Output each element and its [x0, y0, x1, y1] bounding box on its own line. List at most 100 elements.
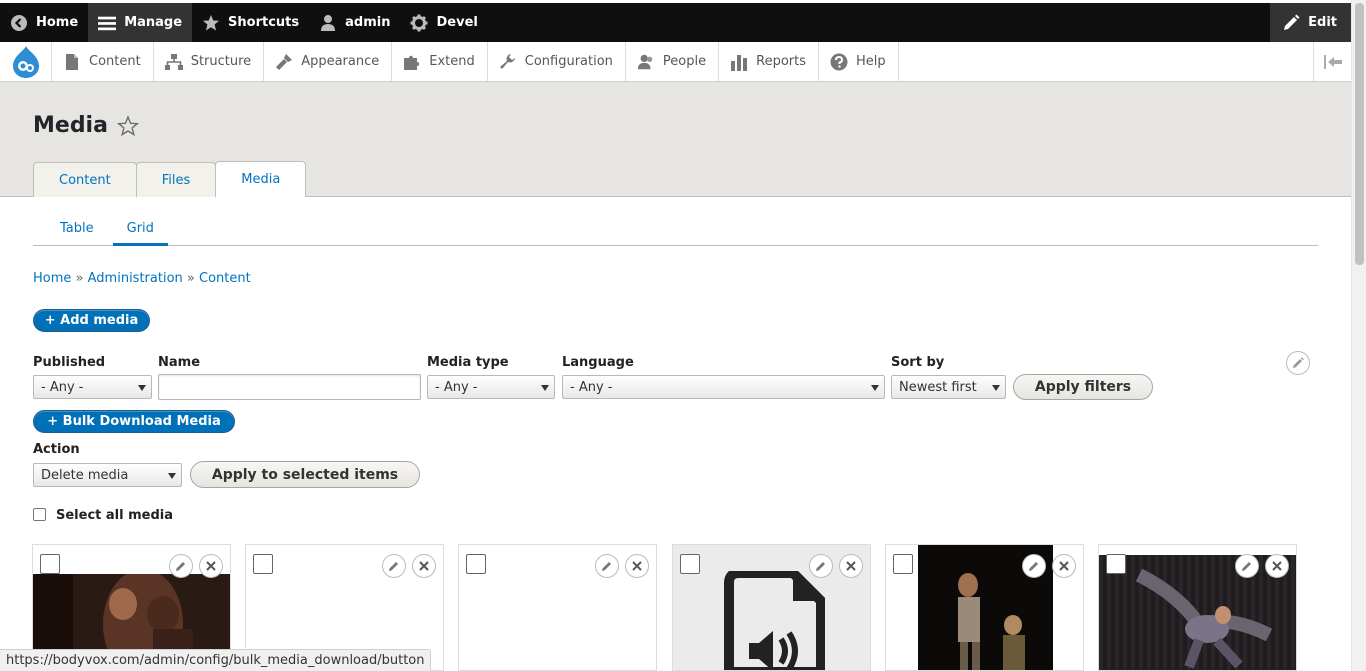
page-title-text: Media	[33, 113, 108, 138]
tray-people[interactable]: People	[626, 42, 720, 81]
tray-appearance-label: Appearance	[301, 54, 380, 69]
tray-extend[interactable]: Extend	[392, 42, 488, 81]
tray-reports[interactable]: Reports	[719, 42, 819, 81]
page-header: Media Content Files Media	[0, 82, 1351, 197]
bulk-download-button[interactable]: + Bulk Download Media	[33, 410, 235, 433]
media-select-checkbox[interactable]	[680, 554, 700, 574]
help-icon	[830, 53, 848, 71]
name-label: Name	[158, 355, 201, 370]
tray-help-label: Help	[856, 54, 886, 69]
remove-close-icon[interactable]	[625, 554, 649, 578]
gear-icon	[410, 14, 428, 32]
toolbar-shortcuts[interactable]: Shortcuts	[192, 3, 309, 42]
edit-pencil-icon[interactable]	[595, 554, 619, 578]
toolbar-home[interactable]: Home	[0, 3, 88, 42]
drupal-logo-icon[interactable]	[0, 42, 52, 81]
tray-people-label: People	[662, 54, 707, 69]
chevron-down-icon	[541, 385, 549, 391]
vertical-scrollbar[interactable]	[1351, 0, 1366, 671]
tray-structure[interactable]: Structure	[154, 42, 265, 81]
remove-close-icon[interactable]	[199, 554, 223, 578]
document-icon	[63, 53, 81, 71]
remove-close-icon[interactable]	[839, 554, 863, 578]
sitemap-icon	[164, 53, 183, 71]
toolbar-user-label: admin	[345, 15, 391, 30]
tab-table[interactable]: Table	[33, 213, 110, 246]
edit-pencil-icon[interactable]	[382, 554, 406, 578]
people-icon	[637, 53, 655, 71]
toolbar-manage[interactable]: Manage	[88, 3, 193, 42]
name-input[interactable]	[158, 374, 421, 400]
tab-media[interactable]: Media	[215, 161, 307, 197]
toolbar-shortcuts-label: Shortcuts	[228, 15, 300, 30]
chevron-down-icon	[871, 385, 879, 391]
admin-toolbar: Home Manage Shortcuts admin Devel Edit	[0, 3, 1351, 42]
sort-by-select[interactable]: Newest first	[891, 375, 1006, 399]
toolbar-devel[interactable]: Devel	[400, 3, 487, 42]
back-arrow-icon	[10, 14, 28, 32]
remove-close-icon[interactable]	[1265, 554, 1289, 578]
edit-pencil-icon[interactable]	[1022, 554, 1046, 578]
tray-configuration[interactable]: Configuration	[488, 42, 626, 81]
paintbrush-icon	[275, 53, 293, 71]
media-select-checkbox[interactable]	[1106, 554, 1126, 574]
language-select-value: - Any -	[570, 379, 613, 395]
tray-reports-label: Reports	[756, 54, 806, 69]
media-select-checkbox[interactable]	[893, 554, 913, 574]
action-label: Action	[33, 442, 80, 457]
collapse-tray-icon[interactable]	[1313, 42, 1351, 81]
pencil-icon	[1282, 14, 1300, 32]
media-type-select[interactable]: - Any -	[427, 375, 555, 399]
puzzle-icon	[403, 53, 421, 71]
shortcut-star-icon[interactable]	[116, 114, 139, 137]
media-select-checkbox[interactable]	[40, 554, 60, 574]
scrollbar-thumb[interactable]	[1355, 3, 1364, 265]
apply-to-selected-button[interactable]: Apply to selected items	[190, 461, 420, 488]
toolbar-user[interactable]: admin	[309, 3, 400, 42]
language-select[interactable]: - Any -	[562, 375, 885, 399]
media-select-checkbox[interactable]	[253, 554, 273, 574]
language-label: Language	[562, 355, 634, 370]
audio-file-icon	[724, 571, 825, 670]
media-select-checkbox[interactable]	[466, 554, 486, 574]
remove-close-icon[interactable]	[1052, 554, 1076, 578]
chevron-down-icon	[992, 385, 1000, 391]
media-type-select-value: - Any -	[435, 379, 478, 395]
media-type-label: Media type	[427, 355, 509, 370]
edit-view-pencil-icon[interactable]	[1286, 351, 1310, 375]
toolbar-home-label: Home	[36, 15, 79, 30]
toolbar-edit[interactable]: Edit	[1270, 3, 1351, 42]
media-card[interactable]	[885, 544, 1084, 671]
action-select[interactable]: Delete media	[33, 463, 182, 487]
add-media-button[interactable]: + Add media	[33, 309, 150, 332]
select-all-checkbox[interactable]	[33, 508, 46, 521]
breadcrumb-home[interactable]: Home	[33, 271, 71, 286]
published-select[interactable]: - Any -	[33, 375, 152, 399]
wrench-icon	[499, 53, 517, 71]
tray-content[interactable]: Content	[52, 42, 154, 81]
toolbar-devel-label: Devel	[436, 15, 478, 30]
tray-structure-label: Structure	[190, 54, 252, 69]
breadcrumb: Home » Administration » Content	[33, 271, 251, 286]
tray-content-label: Content	[89, 54, 141, 69]
breadcrumb-administration[interactable]: Administration	[88, 271, 183, 286]
breadcrumb-content[interactable]: Content	[199, 271, 251, 286]
edit-pencil-icon[interactable]	[809, 554, 833, 578]
breadcrumb-separator: »	[186, 271, 195, 286]
chevron-down-icon	[168, 473, 176, 479]
tab-grid[interactable]: Grid	[112, 213, 168, 246]
tab-content[interactable]: Content	[33, 162, 137, 197]
edit-pencil-icon[interactable]	[169, 554, 193, 578]
published-select-value: - Any -	[41, 379, 84, 395]
tray-configuration-label: Configuration	[524, 54, 613, 69]
tab-files[interactable]: Files	[135, 162, 217, 197]
media-card[interactable]	[1098, 544, 1297, 671]
admin-menu-tray: Content Structure Appearance Extend Conf…	[0, 42, 1351, 82]
media-card[interactable]	[458, 544, 657, 671]
apply-filters-button[interactable]: Apply filters	[1013, 374, 1153, 400]
tray-appearance[interactable]: Appearance	[264, 42, 393, 81]
remove-close-icon[interactable]	[412, 554, 436, 578]
media-card[interactable]	[672, 544, 871, 671]
edit-pencil-icon[interactable]	[1235, 554, 1259, 578]
tray-help[interactable]: Help	[819, 42, 899, 81]
